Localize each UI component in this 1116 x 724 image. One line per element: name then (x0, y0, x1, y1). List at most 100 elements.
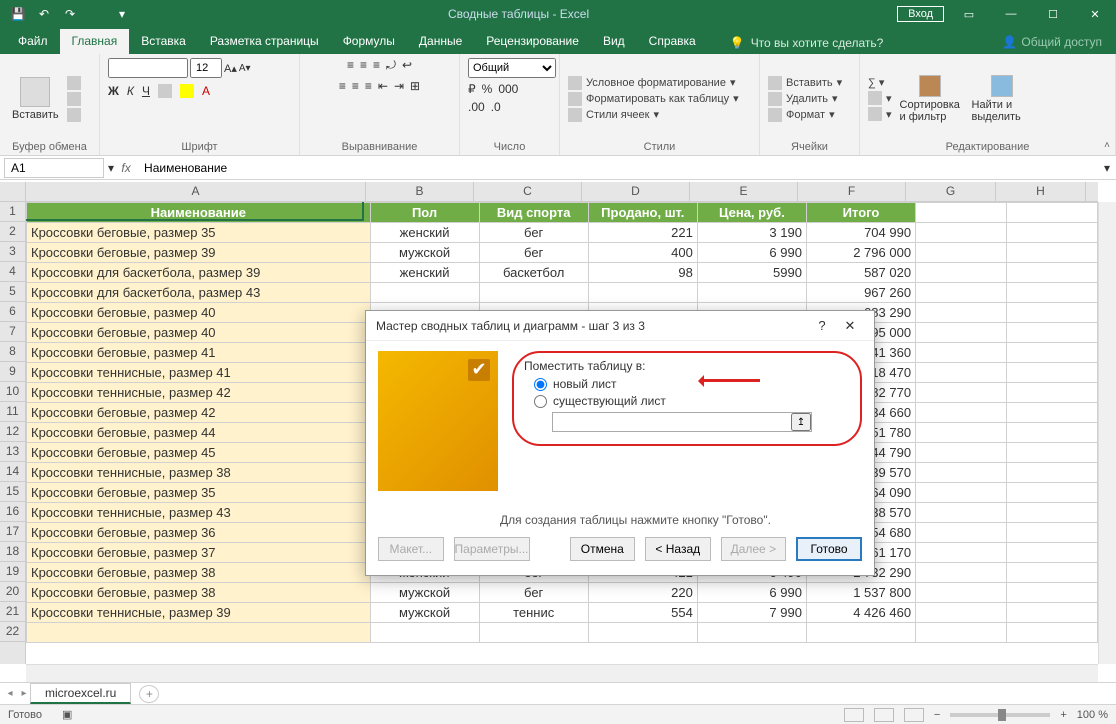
cell[interactable]: 6 990 (697, 583, 806, 603)
paste-button[interactable]: Вставить (8, 75, 63, 123)
row-header[interactable]: 15 (0, 482, 25, 502)
horizontal-scrollbar[interactable] (26, 664, 1098, 682)
dialog-close-icon[interactable]: ✕ (836, 318, 864, 334)
cell[interactable] (370, 283, 479, 303)
indent-inc-icon[interactable]: ⇥ (394, 79, 404, 93)
align-mid-icon[interactable]: ≡ (360, 58, 367, 73)
cell[interactable]: Кроссовки беговые, размер 44 (27, 423, 371, 443)
cancel-button[interactable]: Отмена (570, 537, 636, 561)
name-box[interactable] (4, 158, 104, 178)
zoom-slider[interactable] (950, 713, 1050, 717)
cell[interactable] (1006, 583, 1097, 603)
cell[interactable]: Кроссовки беговые, размер 40 (27, 323, 371, 343)
align-left-icon[interactable]: ≡ (339, 79, 346, 93)
cell[interactable]: Кроссовки теннисные, размер 42 (27, 383, 371, 403)
cell[interactable] (916, 543, 1007, 563)
cell[interactable] (697, 623, 806, 643)
layout-button[interactable]: Макет... (378, 537, 444, 561)
cell[interactable]: Кроссовки беговые, размер 45 (27, 443, 371, 463)
cell[interactable] (916, 463, 1007, 483)
view-normal-icon[interactable] (844, 708, 864, 722)
currency-icon[interactable]: ₽ (468, 82, 476, 96)
cut-button[interactable] (67, 76, 81, 90)
tab-formulas[interactable]: Формулы (331, 29, 407, 54)
italic-button[interactable]: К (127, 84, 134, 101)
cell[interactable]: Кроссовки беговые, размер 35 (27, 223, 371, 243)
font-size-input[interactable] (190, 58, 222, 78)
cell-styles-button[interactable]: Стили ячеек ▾ (568, 108, 739, 122)
cell[interactable] (916, 403, 1007, 423)
cell[interactable]: Кроссовки теннисные, размер 41 (27, 363, 371, 383)
table-header-cell[interactable]: Итого (806, 203, 915, 223)
tab-view[interactable]: Вид (591, 29, 637, 54)
cell[interactable] (916, 203, 1007, 223)
finish-button[interactable]: Готово (796, 537, 862, 561)
row-header[interactable]: 13 (0, 442, 25, 462)
clear-button[interactable]: ▾ (868, 107, 892, 121)
autosum-button[interactable]: ∑ ▾ (868, 76, 892, 89)
cell[interactable]: 967 260 (806, 283, 915, 303)
formula-input[interactable] (138, 158, 1098, 178)
cell[interactable] (1006, 323, 1097, 343)
row-header[interactable]: 19 (0, 562, 25, 582)
cell[interactable]: Кроссовки беговые, размер 38 (27, 583, 371, 603)
row-header[interactable]: 8 (0, 342, 25, 362)
cell[interactable]: 704 990 (806, 223, 915, 243)
cell[interactable] (916, 263, 1007, 283)
column-header[interactable]: C (474, 182, 582, 201)
select-all-corner[interactable] (0, 182, 26, 202)
row-header[interactable]: 3 (0, 242, 25, 262)
params-button[interactable]: Параметры... (454, 537, 530, 561)
cell[interactable]: женский (370, 263, 479, 283)
column-header[interactable]: G (906, 182, 996, 201)
range-input[interactable] (553, 413, 791, 431)
radio-existing-sheet[interactable]: существующий лист (534, 394, 850, 408)
cell[interactable]: Кроссовки беговые, размер 40 (27, 303, 371, 323)
cell[interactable] (1006, 483, 1097, 503)
cell[interactable]: баскетбол (479, 263, 588, 283)
find-select-button[interactable]: Найти и выделить (968, 73, 1036, 125)
font-name-input[interactable] (108, 58, 188, 78)
cell[interactable]: Кроссовки беговые, размер 41 (27, 343, 371, 363)
cell[interactable] (588, 623, 697, 643)
close-icon[interactable]: ✕ (1074, 0, 1116, 28)
cell[interactable] (1006, 623, 1097, 643)
cell[interactable] (1006, 263, 1097, 283)
cell[interactable]: Кроссовки беговые, размер 36 (27, 523, 371, 543)
cell[interactable] (1006, 363, 1097, 383)
cell[interactable]: мужской (370, 243, 479, 263)
row-header[interactable]: 1 (0, 202, 25, 222)
tab-file[interactable]: Файл (6, 29, 60, 54)
cell[interactable]: 98 (588, 263, 697, 283)
cell[interactable]: Кроссовки теннисные, размер 38 (27, 463, 371, 483)
row-header[interactable]: 11 (0, 402, 25, 422)
format-painter-button[interactable] (67, 108, 81, 122)
row-header[interactable]: 7 (0, 322, 25, 342)
table-header-cell[interactable]: Наименование (27, 203, 371, 223)
cell[interactable] (916, 363, 1007, 383)
cell[interactable] (916, 423, 1007, 443)
align-top-icon[interactable]: ≡ (347, 58, 354, 73)
cell[interactable] (916, 483, 1007, 503)
cell[interactable] (1006, 423, 1097, 443)
indent-dec-icon[interactable]: ⇤ (378, 79, 388, 93)
row-header[interactable]: 16 (0, 502, 25, 522)
border-button[interactable] (158, 84, 172, 101)
cell[interactable]: 3 190 (697, 223, 806, 243)
sheet-tab-active[interactable]: microexcel.ru (30, 683, 131, 704)
cell[interactable] (1006, 303, 1097, 323)
cell[interactable] (1006, 543, 1097, 563)
tab-home[interactable]: Главная (60, 29, 130, 54)
zoom-level[interactable]: 100 % (1077, 709, 1108, 721)
ribbon-options-icon[interactable]: ▭ (948, 0, 990, 28)
tab-data[interactable]: Данные (407, 29, 474, 54)
cell[interactable]: 221 (588, 223, 697, 243)
fill-color-button[interactable] (180, 84, 194, 101)
tell-me-box[interactable]: 💡Что вы хотите сделать? (720, 32, 894, 54)
back-button[interactable]: < Назад (645, 537, 711, 561)
tab-help[interactable]: Справка (637, 29, 708, 54)
insert-cells-button[interactable]: Вставить ▾ (768, 76, 842, 90)
cell[interactable] (479, 283, 588, 303)
cell[interactable] (916, 243, 1007, 263)
next-button[interactable]: Далее > (721, 537, 787, 561)
